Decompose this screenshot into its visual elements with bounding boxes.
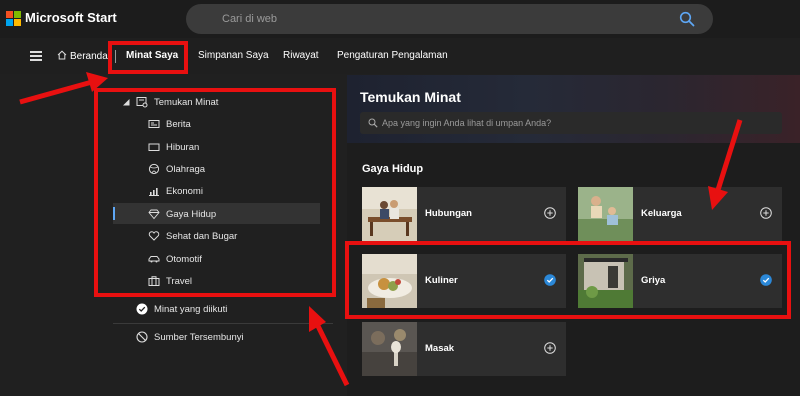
- annotation-arrows: [19, 72, 743, 387]
- arrow-to-nav: [19, 79, 93, 105]
- arrow-to-keluarga-head: [708, 186, 728, 210]
- arrow-to-nav-head: [86, 72, 108, 92]
- arrow-to-keluarga: [715, 119, 743, 191]
- arrow-to-sidebar: [315, 324, 350, 387]
